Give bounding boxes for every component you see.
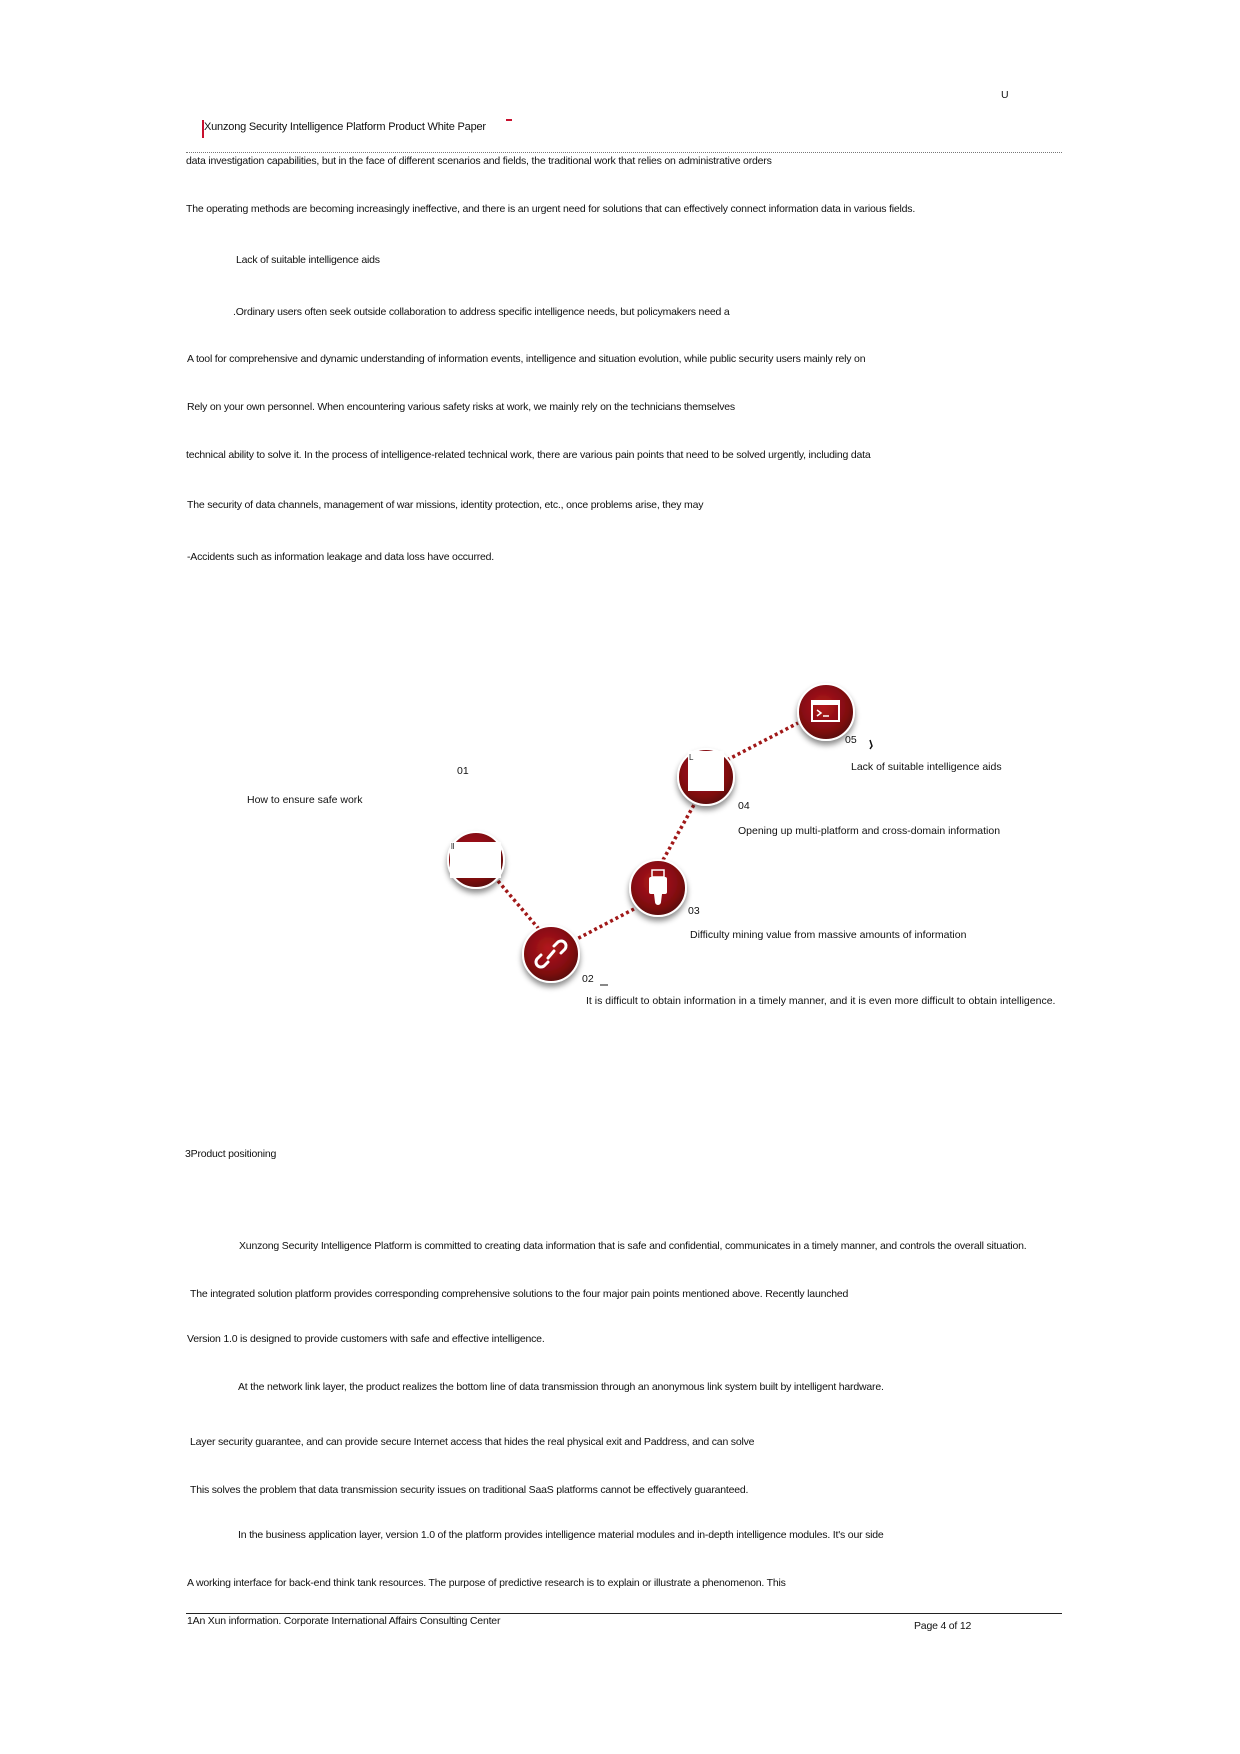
header-divider — [186, 152, 1062, 153]
section-heading: 3Product positioning — [185, 1148, 277, 1160]
tick-mark — [869, 739, 873, 750]
image-placeholder-mark: L — [689, 753, 694, 762]
connector-02-03 — [572, 907, 635, 943]
body2-paragraph-8: A working interface for back-end think t… — [187, 1577, 786, 1589]
paragraph-5: A tool for comprehensive and dynamic und… — [187, 353, 866, 365]
node-05 — [797, 683, 855, 741]
body2-paragraph-4: At the network link layer, the product r… — [238, 1381, 884, 1393]
node-04 — [677, 748, 735, 806]
terminal-icon — [811, 700, 840, 722]
paragraph-4: .Ordinary users often seek outside colla… — [233, 306, 730, 318]
node-02 — [522, 925, 580, 983]
body2-paragraph-1: Xunzong Security Intelligence Platform i… — [239, 1240, 1027, 1252]
connector-01-02 — [496, 879, 546, 937]
image-placeholder-icon — [450, 842, 501, 878]
node-04-label: Opening up multi-platform and cross-doma… — [738, 825, 1001, 837]
body2-paragraph-7: In the business application layer, versi… — [238, 1529, 884, 1541]
body2-paragraph-3: Version 1.0 is designed to provide custo… — [187, 1333, 545, 1345]
image-placeholder-icon — [688, 751, 724, 791]
footer-divider — [186, 1613, 1062, 1614]
document-header-title: Xunzong Security Intelligence Platform P… — [204, 121, 486, 133]
body2-paragraph-5: Layer security guarantee, and can provid… — [190, 1436, 755, 1448]
body2-paragraph-6: This solves the problem that data transm… — [190, 1484, 749, 1496]
node-03-number: 03 — [688, 905, 700, 917]
paragraph-1: data investigation capabilities, but in … — [186, 155, 772, 167]
node-01-label: How to ensure safe work — [247, 794, 363, 806]
paragraph-3-subheading: Lack of suitable intelligence aids — [236, 254, 380, 266]
node-02-label: It is difficult to obtain information in… — [586, 995, 1056, 1007]
node-01-number: 01 — [457, 765, 469, 777]
node-01 — [447, 831, 505, 889]
node-05-label: Lack of suitable intelligence aids — [851, 761, 1002, 773]
node-03-label: Difficulty mining value from massive amo… — [690, 929, 967, 941]
paragraph-9: -Accidents such as information leakage a… — [187, 551, 495, 563]
header-corner-mark: U — [1001, 89, 1009, 101]
node-03 — [629, 859, 687, 917]
node-05-number: 05 — [845, 734, 857, 746]
footer-organization: 1An Xun information. Corporate Internati… — [187, 1615, 501, 1627]
node-04-number: 04 — [738, 800, 750, 812]
connector-03-04 — [661, 802, 697, 861]
footer-page-number: Page 4 of 12 — [914, 1620, 972, 1632]
paragraph-6: Rely on your own personnel. When encount… — [187, 401, 735, 413]
paragraph-7: technical ability to solve it. In the pr… — [186, 449, 871, 461]
connector-04-05 — [726, 721, 799, 762]
paragraph-2: The operating methods are becoming incre… — [186, 203, 916, 215]
image-placeholder-mark: ll — [451, 842, 455, 851]
node-02-number: 02 — [582, 973, 594, 985]
body2-paragraph-2: The integrated solution platform provide… — [190, 1288, 849, 1300]
paragraph-8: The security of data channels, managemen… — [187, 499, 704, 511]
broken-link-icon — [534, 939, 568, 969]
header-red-dash — [506, 119, 512, 121]
usb-drive-icon — [649, 869, 667, 905]
